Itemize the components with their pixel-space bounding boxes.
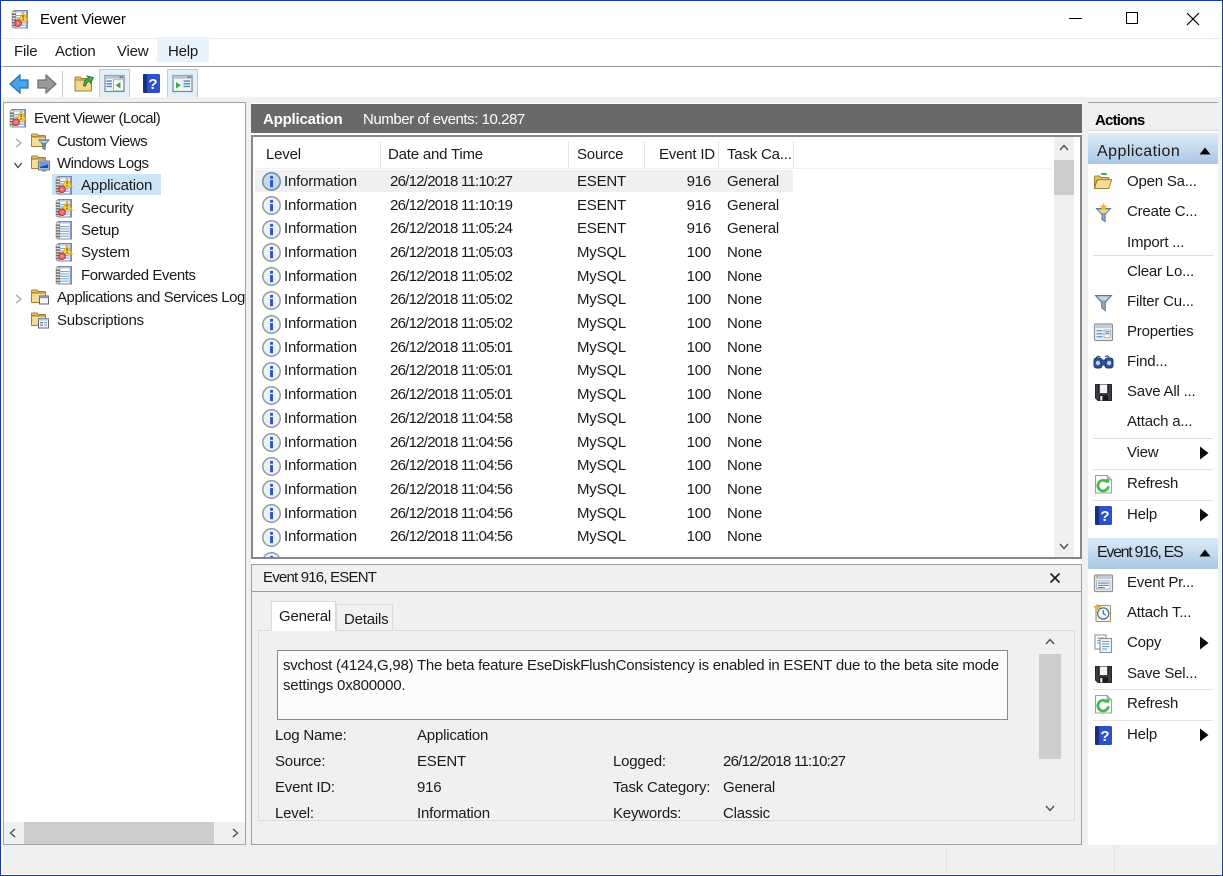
svg-text:?: ? (1100, 508, 1109, 525)
svg-text:?: ? (1100, 728, 1109, 745)
svg-text:?: ? (148, 76, 157, 93)
